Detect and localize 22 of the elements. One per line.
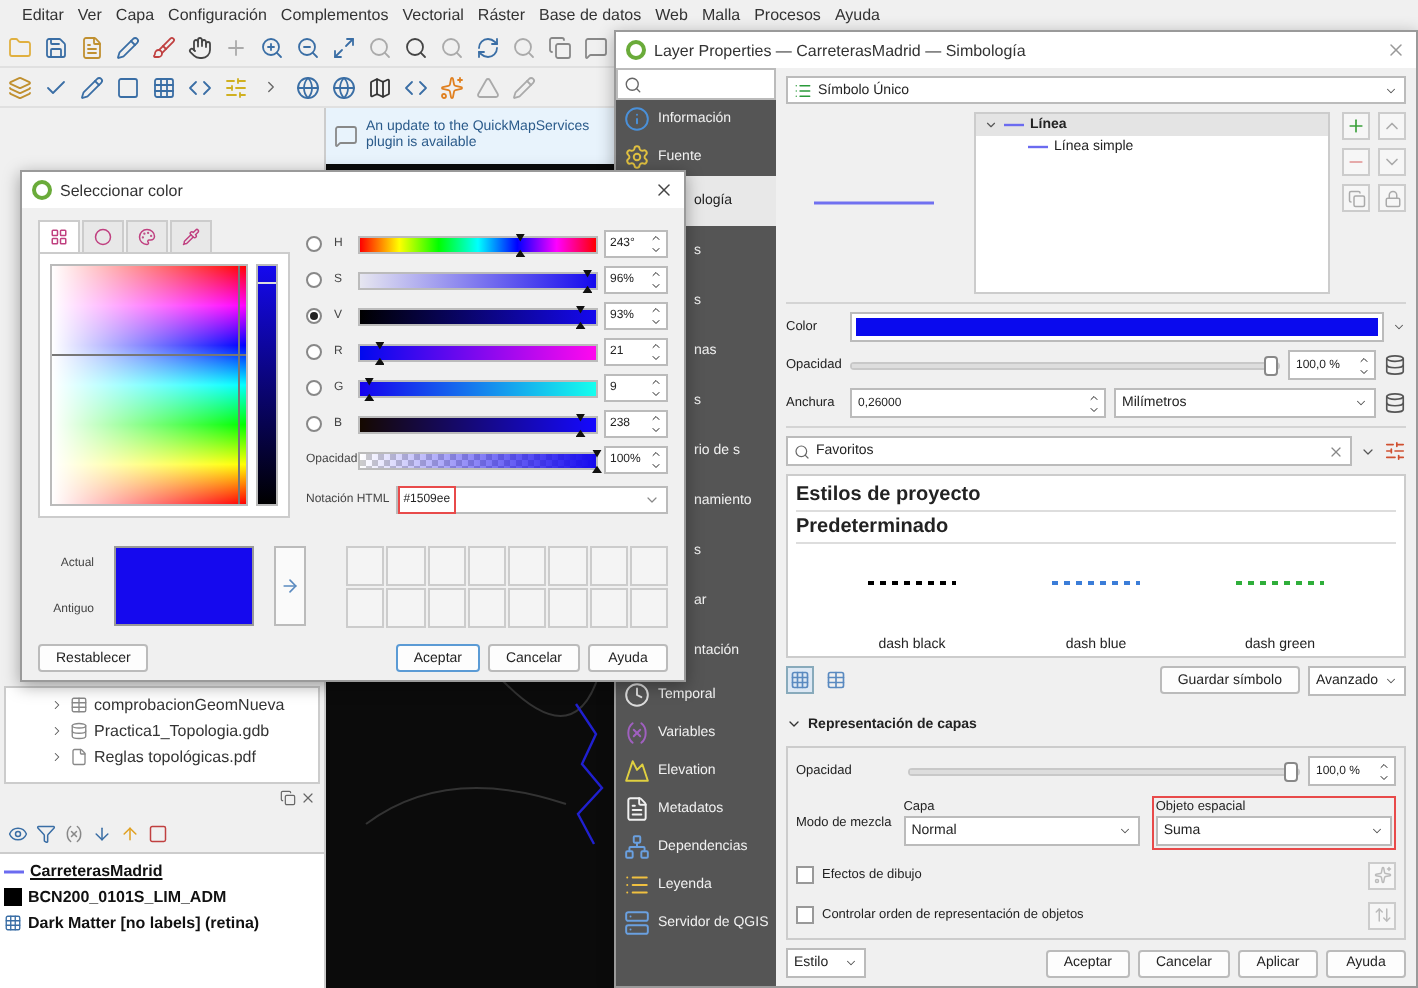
menu-item[interactable]: Malla <box>695 0 747 28</box>
menu-item[interactable]: Complementos <box>274 0 395 28</box>
browser-item[interactable]: Practica1_Topologia.gdb <box>50 718 318 744</box>
group-heading: Estilos de proyecto <box>796 480 1396 513</box>
menu-item[interactable]: Editar <box>16 0 70 28</box>
menu-item[interactable]: Web <box>649 0 694 28</box>
layer-item[interactable]: BCN200_0101S_LIM_ADM <box>4 884 320 910</box>
dialog-title: Seleccionar color <box>60 181 185 199</box>
menu-item[interactable]: Capa <box>109 0 161 28</box>
menu-item[interactable]: Base de datos <box>532 0 648 28</box>
group-heading: Predeterminado <box>796 512 1396 545</box>
dialog-title: Layer Properties — CarreterasMadrid — Simbología <box>654 41 1028 59</box>
menu-item[interactable]: Ver <box>71 0 108 28</box>
layer-item[interactable]: CarreterasMadrid <box>4 858 320 884</box>
layer-item[interactable]: Dark Matter [no labels] (retina) <box>4 910 320 936</box>
menu-item[interactable]: Ráster <box>471 0 531 28</box>
menu-item[interactable]: Procesos <box>748 0 827 28</box>
browser-item[interactable]: Reglas topológicas.pdf <box>50 744 318 770</box>
browser-item[interactable]: comprobacionGeomNueva <box>50 692 318 718</box>
menu-item[interactable]: Vectorial <box>396 0 470 28</box>
menu-item[interactable]: Ayuda <box>828 0 886 28</box>
menu-item[interactable]: Configuración <box>162 0 273 28</box>
